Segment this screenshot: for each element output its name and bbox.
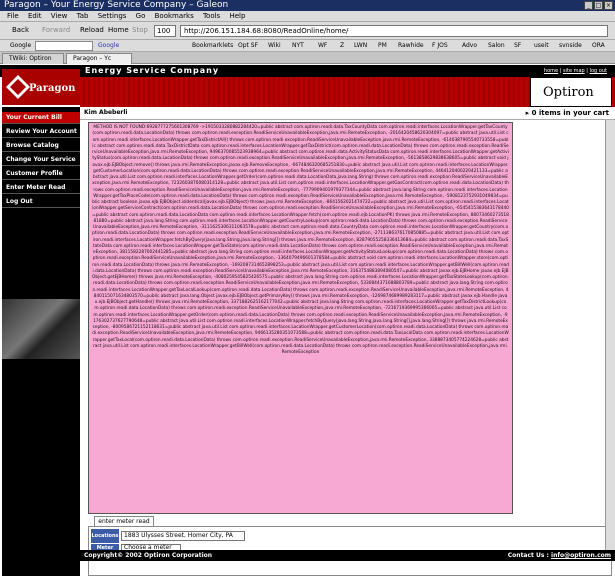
close-icon[interactable]: ×	[604, 1, 613, 10]
sidebar: Your Current Bill Review Your Account Br…	[2, 107, 80, 576]
bookmark-f-jos[interactable]: F JOS	[432, 40, 448, 51]
menu-view[interactable]: View	[51, 12, 68, 20]
error-message: METHOD IS NOT FOUND:6928777275601308769 …	[88, 122, 513, 514]
paragon-diamond-icon	[6, 75, 30, 99]
menu-go[interactable]: Go	[136, 12, 146, 20]
google-search-button[interactable]: Google	[98, 40, 119, 51]
bookmark-advo[interactable]: Advo	[462, 40, 477, 51]
user-name: Kim Abeberli	[84, 109, 128, 116]
web-page: Energy Service Company home | site map |…	[0, 65, 615, 576]
bookmark-opt-sf[interactable]: Opt SF	[238, 40, 258, 51]
menu-edit[interactable]: Edit	[28, 12, 42, 20]
paragon-logo[interactable]: Paragon	[2, 69, 80, 105]
paragon-logo-text: Paragon	[29, 83, 76, 94]
bookmarks-toolbar: Google Google Bookmarklets Opt SF Wiki N…	[0, 40, 615, 52]
bookmark-useit[interactable]: useit	[534, 40, 549, 51]
bookmark-sf[interactable]: SF	[514, 40, 521, 51]
window-title: Paragon – Your Energy Service Company – …	[4, 0, 229, 10]
menu-bar: File Edit View Tab Settings Go Bookmarks…	[0, 11, 615, 22]
menu-file[interactable]: File	[7, 12, 19, 20]
optiron-logo-text: Optiron	[543, 85, 594, 100]
top-links: home | site map | log out	[543, 68, 607, 74]
meter-read-tab[interactable]: enter meter read	[94, 516, 154, 526]
company-title: Energy Service Company	[85, 66, 220, 75]
copyright-text: Copyright© 2002 Optiron Corporation	[84, 552, 213, 559]
bookmark-wiki[interactable]: Wiki	[268, 40, 281, 51]
back-button[interactable]: Back	[12, 26, 29, 34]
url-field[interactable]: http://206.151.184.68:8080/ReadOnline/ho…	[180, 25, 608, 37]
sidebar-item-enter-meter-read[interactable]: Enter Meter Read	[2, 182, 80, 194]
google-search-label: Google	[10, 42, 32, 49]
cart-status[interactable]: ▸ 0 items in your cart	[526, 109, 609, 117]
sidebar-item-change-service[interactable]: Change Your Service	[2, 154, 80, 166]
contact-us: Contact Us : info@optiron.com	[508, 550, 611, 561]
contact-label: Contact Us :	[507, 552, 549, 559]
menu-bookmarks[interactable]: Bookmarks	[155, 12, 194, 20]
sidebar-item-current-bill[interactable]: Your Current Bill	[2, 112, 80, 124]
menu-settings[interactable]: Settings	[98, 12, 127, 20]
tab-bar: TWiki: Optiron Paragon – Yc	[0, 52, 615, 64]
contact-email-link[interactable]: info@optiron.com	[551, 552, 611, 559]
reload-button[interactable]: Reload	[80, 26, 104, 34]
optiron-logo: Optiron	[530, 77, 612, 107]
bookmark-lwn[interactable]: LWN	[354, 40, 367, 51]
location-select[interactable]: 1883 Ulysses Street, Homer City, PA	[121, 531, 245, 541]
navigation-toolbar: Back Forward Reload Home Stop 100 http:/…	[0, 22, 615, 40]
tab-paragon[interactable]: Paragon – Yc	[66, 53, 132, 64]
sidebar-item-log-out[interactable]: Log Out	[2, 196, 80, 208]
bookmark-nyt[interactable]: NYT	[292, 40, 304, 51]
google-search-input[interactable]	[35, 41, 93, 51]
window-titlebar: Paragon – Your Energy Service Company – …	[0, 0, 615, 11]
menu-help[interactable]: Help	[229, 12, 245, 20]
page-scrollbar[interactable]	[605, 120, 615, 550]
bookmark-pm[interactable]: PM	[378, 40, 387, 51]
maximize-icon[interactable]: □	[594, 1, 603, 10]
location-label: Locations	[91, 529, 119, 543]
site-map-link[interactable]: site map	[563, 68, 585, 74]
bookmark-bookmarklets[interactable]: Bookmarklets	[192, 40, 233, 51]
home-button[interactable]: Home	[108, 26, 129, 34]
bookmark-ora[interactable]: ORA	[592, 40, 605, 51]
sidebar-item-customer-profile[interactable]: Customer Profile	[2, 168, 80, 180]
log-out-link[interactable]: log out	[590, 68, 607, 74]
menu-tab[interactable]: Tab	[77, 12, 89, 20]
tab-twiki[interactable]: TWiki: Optiron	[2, 53, 64, 64]
meter-read-form: enter meter read Locations 1883 Ulysses …	[88, 516, 612, 576]
bookmark-svnside[interactable]: svnside	[559, 40, 582, 51]
home-link[interactable]: home	[544, 68, 558, 74]
site-header: Energy Service Company home | site map |…	[0, 65, 615, 77]
sidebar-item-review-account[interactable]: Review Your Account	[2, 126, 80, 138]
sidebar-item-browse-catalog[interactable]: Browse Catalog	[2, 140, 80, 152]
cart-icon: ▸	[525, 109, 530, 117]
site-footer: Copyright© 2002 Optiron Corporation Cont…	[80, 550, 615, 561]
zoom-field[interactable]: 100	[154, 25, 176, 37]
user-bar: Kim Abeberli ▸ 0 items in your cart	[80, 107, 615, 120]
bookmark-z[interactable]: Z	[340, 40, 344, 51]
sidebar-photo	[2, 299, 80, 359]
stop-button[interactable]: Stop	[132, 26, 148, 34]
menu-tools[interactable]: Tools	[203, 12, 220, 20]
bookmark-wf[interactable]: WF	[318, 40, 327, 51]
minimize-icon[interactable]: _	[584, 1, 593, 10]
cart-count: 0 items in your cart	[531, 109, 609, 117]
forward-button[interactable]: Forward	[42, 26, 70, 34]
bookmark-salon[interactable]: Salon	[488, 40, 505, 51]
bookmark-rawhide[interactable]: Rawhide	[398, 40, 424, 51]
